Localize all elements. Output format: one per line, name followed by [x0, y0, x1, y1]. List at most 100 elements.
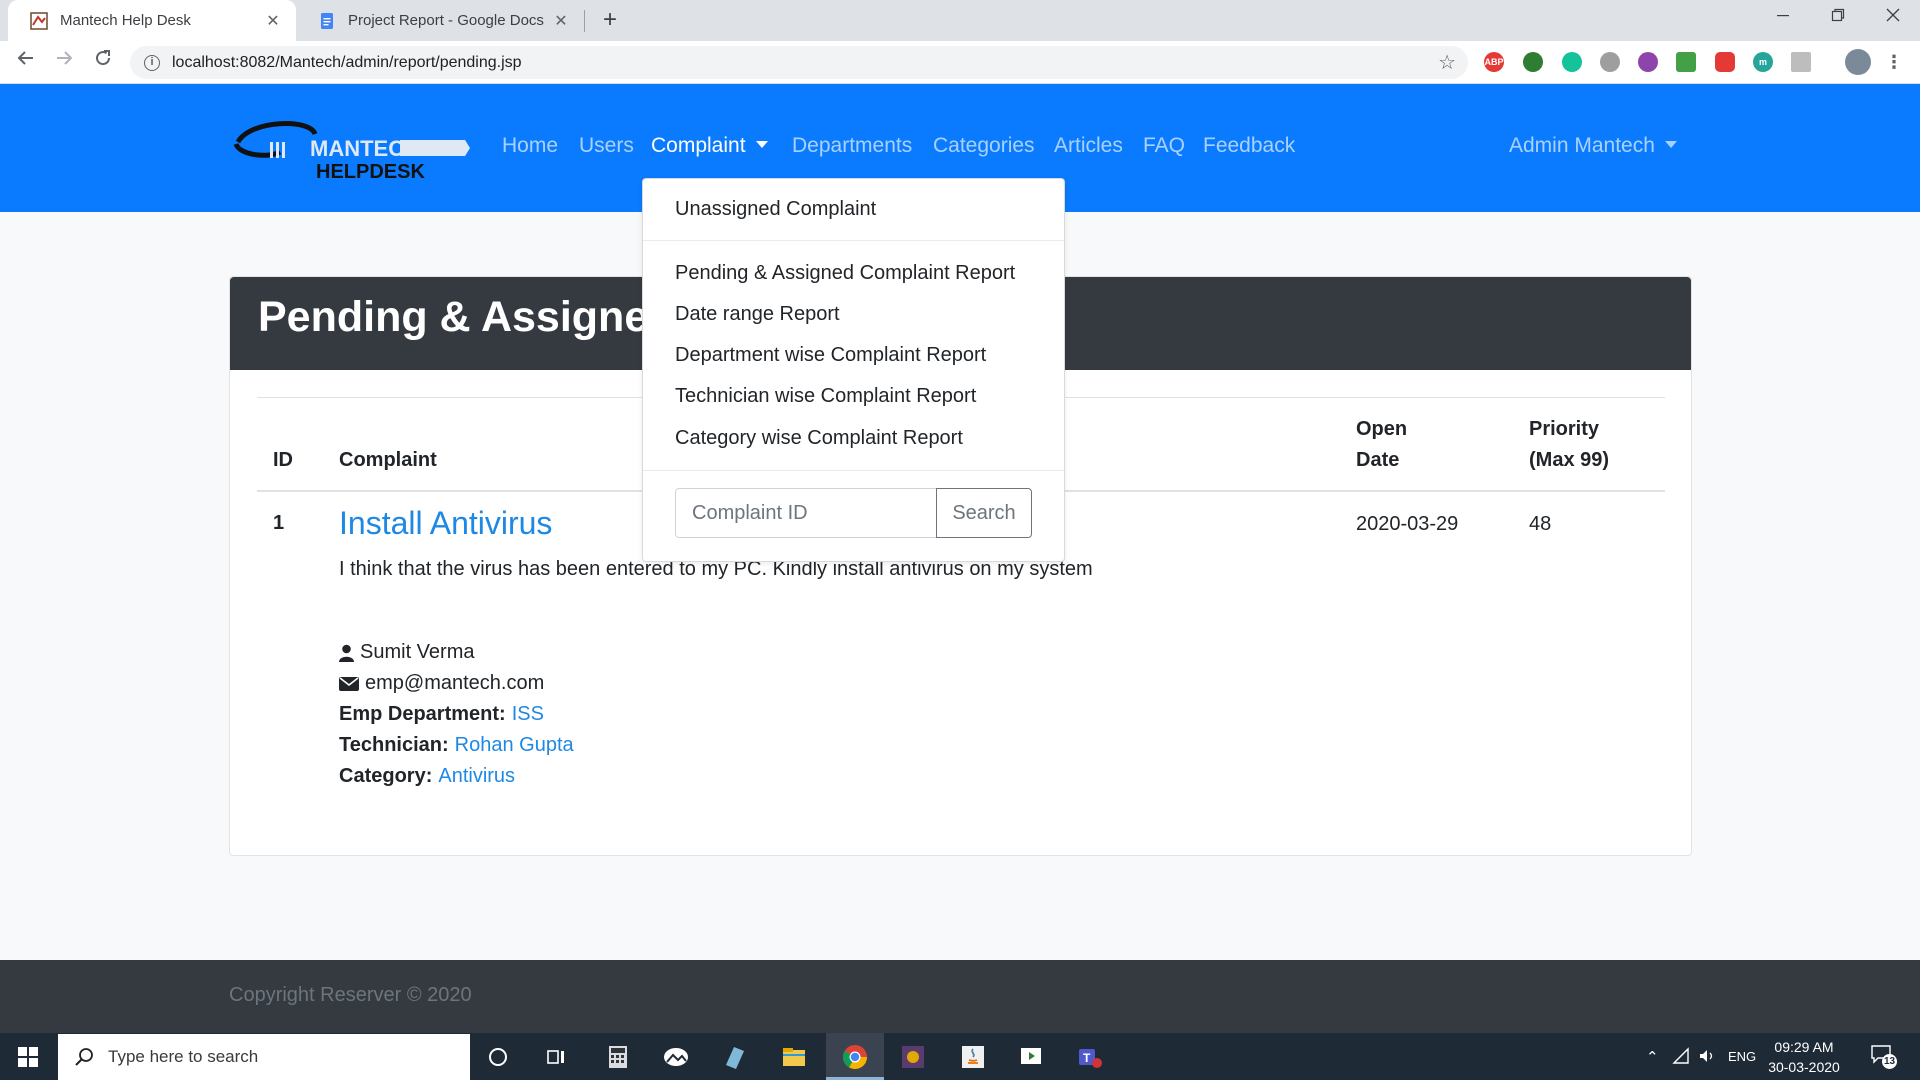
tray-chevron-up-icon[interactable]: ⌃: [1646, 1048, 1659, 1066]
column-header-open-date: Open Date: [1356, 414, 1407, 476]
nav-articles[interactable]: Articles: [1054, 134, 1123, 158]
pen-icon[interactable]: [1638, 52, 1658, 72]
address-bar[interactable]: i localhost:8082/Mantech/admin/report/pe…: [130, 46, 1468, 79]
m-extension-icon[interactable]: m: [1753, 52, 1773, 72]
bookmark-star-icon[interactable]: ☆: [1438, 50, 1456, 75]
menu-item-technician-wise-report[interactable]: Technician wise Complaint Report: [675, 385, 976, 408]
open-date: 2020-03-29: [1356, 513, 1459, 535]
nav-departments[interactable]: Departments: [792, 134, 912, 158]
menu-item-pending-assigned-report[interactable]: Pending & Assigned Complaint Report: [675, 262, 1015, 285]
complaint-id-input[interactable]: [675, 488, 937, 538]
menu-item-date-range-report[interactable]: Date range Report: [675, 303, 840, 326]
kebab-menu-icon[interactable]: ⋮: [1884, 52, 1904, 72]
column-header-priority: Priority (Max 99): [1529, 414, 1609, 476]
menu-item-category-wise-report[interactable]: Category wise Complaint Report: [675, 427, 963, 450]
restore-icon[interactable]: [1823, 6, 1853, 27]
browser-tab-bar: Mantech Help Desk ✕ Project Report - Goo…: [0, 0, 1920, 41]
youtube-icon[interactable]: [1715, 52, 1735, 72]
forward-arrow-icon[interactable]: [51, 49, 77, 73]
employee-department: Emp Department: ISS: [339, 703, 544, 726]
site-info-icon[interactable]: i: [144, 54, 160, 71]
file-explorer-icon[interactable]: [780, 1043, 808, 1071]
profile-avatar[interactable]: [1845, 49, 1871, 75]
pdf-icon[interactable]: [1791, 52, 1811, 72]
photos-icon[interactable]: [662, 1043, 690, 1071]
search-button[interactable]: Search: [936, 488, 1032, 538]
mantech-favicon-icon: [30, 11, 48, 30]
browser-toolbar: i localhost:8082/Mantech/admin/report/pe…: [0, 41, 1920, 84]
cortana-icon[interactable]: [484, 1043, 512, 1071]
java-icon[interactable]: [959, 1043, 987, 1071]
taskbar-search-box[interactable]: Type here to search: [58, 1034, 470, 1080]
nav-feedback[interactable]: Feedback: [1203, 134, 1295, 158]
wifi-icon[interactable]: [1672, 1047, 1690, 1065]
language-indicator[interactable]: ENG: [1728, 1049, 1756, 1064]
svg-text:HELPDESK: HELPDESK: [316, 161, 425, 182]
employee-name: Sumit Verma: [339, 641, 474, 664]
grammarly-icon[interactable]: [1562, 52, 1582, 72]
search-icon: [75, 1048, 93, 1066]
dropdown-divider: [643, 470, 1064, 471]
windows-start-icon[interactable]: [18, 1047, 38, 1067]
minimize-icon[interactable]: [1768, 6, 1798, 27]
media-app-icon[interactable]: [1017, 1043, 1045, 1071]
department-link[interactable]: ISS: [512, 703, 544, 726]
task-view-icon[interactable]: [542, 1043, 570, 1071]
nav-complaint-dropdown[interactable]: Complaint: [651, 134, 768, 158]
svg-text:T: T: [1083, 1051, 1091, 1065]
close-tab-icon[interactable]: ✕: [552, 11, 570, 31]
copyright-text: Copyright Reserver © 2020: [229, 984, 472, 1006]
column-header-priority-line2: (Max 99): [1529, 449, 1610, 471]
action-center-icon[interactable]: 13: [1870, 1044, 1897, 1069]
chrome-icon[interactable]: [841, 1043, 869, 1071]
nav-users[interactable]: Users: [579, 134, 634, 158]
complaint-dropdown-menu: Unassigned Complaint Pending & Assigned …: [642, 178, 1065, 562]
category-label: Category:: [339, 765, 433, 787]
adblock-extension-icon[interactable]: ABP: [1484, 52, 1504, 72]
employee-name-text: Sumit Verma: [360, 641, 475, 663]
menu-item-department-wise-report[interactable]: Department wise Complaint Report: [675, 344, 986, 367]
tab-title: Project Report - Google Docs: [348, 12, 544, 29]
gaming-app-icon[interactable]: [899, 1043, 927, 1071]
taskbar-clock[interactable]: 09:29 AM 30-03-2020: [1758, 1037, 1850, 1077]
back-arrow-icon[interactable]: [13, 49, 39, 73]
category-link[interactable]: Antivirus: [438, 765, 515, 788]
user-icon: [339, 644, 354, 662]
menu-item-unassigned-complaint[interactable]: Unassigned Complaint: [675, 198, 876, 221]
image-icon[interactable]: [1676, 52, 1696, 72]
url-text: localhost:8082/Mantech/admin/report/pend…: [172, 53, 522, 71]
volume-icon[interactable]: [1698, 1047, 1716, 1065]
browser-tab-mantech[interactable]: Mantech Help Desk ✕: [8, 0, 296, 41]
dropdown-divider: [643, 240, 1064, 241]
notes-app-icon[interactable]: [720, 1043, 748, 1071]
nav-home[interactable]: Home: [502, 134, 558, 158]
nav-faq[interactable]: FAQ: [1143, 134, 1185, 158]
user-menu-dropdown[interactable]: Admin Mantech: [1509, 134, 1677, 158]
employee-email: emp@mantech.com: [339, 672, 544, 695]
reload-icon[interactable]: [90, 49, 116, 73]
taskbar-search-placeholder: Type here to search: [108, 1047, 259, 1066]
category: Category: Antivirus: [339, 765, 515, 788]
close-window-icon[interactable]: [1878, 6, 1908, 27]
caret-down-icon: [755, 141, 768, 148]
nav-categories[interactable]: Categories: [933, 134, 1035, 158]
envelope-icon: [339, 676, 359, 691]
windows-taskbar: Type here to search T ⌃ ENG 09:29 AM 30-…: [0, 1033, 1920, 1080]
browser-tab-google-docs[interactable]: Project Report - Google Docs ✕: [296, 0, 584, 41]
mantech-helpdesk-logo[interactable]: MANTECH HELPDESK: [230, 112, 470, 182]
camera-icon[interactable]: [1600, 52, 1620, 72]
clock-time: 09:29 AM: [1774, 1039, 1834, 1055]
technician-link[interactable]: Rohan Gupta: [455, 734, 574, 757]
new-tab-button[interactable]: +: [596, 6, 624, 34]
teams-icon[interactable]: T: [1076, 1043, 1104, 1071]
close-tab-icon[interactable]: ✕: [264, 11, 282, 31]
svg-text:MANTECH: MANTECH: [310, 136, 420, 161]
complaint-title-link[interactable]: Install Antivirus: [339, 505, 552, 542]
tab-separator: [584, 10, 585, 32]
nav-complaint-label: Complaint: [651, 134, 746, 157]
tab-title: Mantech Help Desk: [60, 12, 191, 29]
calculator-icon[interactable]: [604, 1043, 632, 1071]
extension-icon[interactable]: [1523, 52, 1543, 72]
column-header-id: ID: [273, 449, 293, 471]
department-label: Emp Department:: [339, 703, 506, 725]
